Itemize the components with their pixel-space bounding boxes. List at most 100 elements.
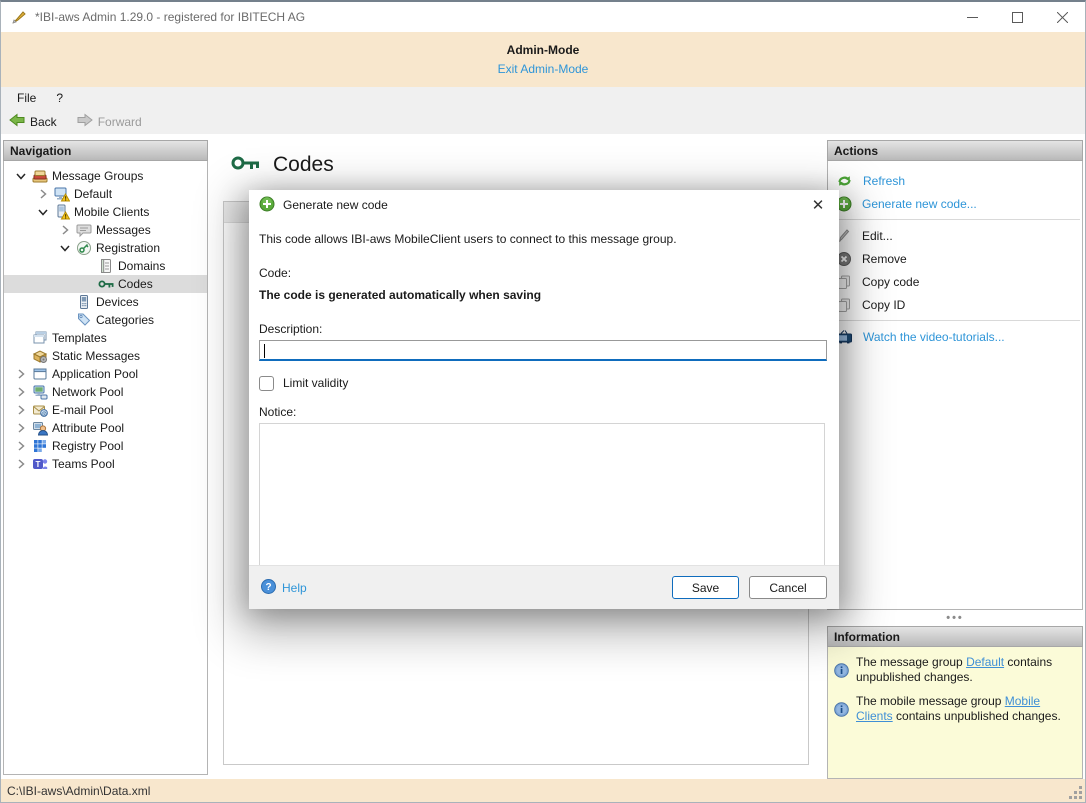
tree-item-label: Mobile Clients [74, 205, 150, 219]
tree-item-label: Network Pool [52, 385, 124, 399]
tree-item-message-groups[interactable]: Message Groups [4, 167, 207, 185]
tree-item-e-mail-pool[interactable]: @ E-mail Pool [4, 401, 207, 419]
chevron-right-icon[interactable] [32, 186, 54, 202]
menu-file[interactable]: File [1, 87, 46, 109]
nav-toolbar: Back Forward [1, 109, 1085, 134]
limit-validity-checkbox[interactable] [259, 375, 274, 391]
chevron-right-icon[interactable] [10, 366, 32, 382]
back-label: Back [30, 114, 57, 129]
chevron-down-icon[interactable] [10, 168, 32, 184]
tree-item-label: Attribute Pool [52, 421, 125, 435]
page-title: Codes [273, 152, 334, 176]
tree-item-label: Message Groups [52, 169, 144, 183]
device-icon [76, 294, 92, 310]
svg-text:T: T [36, 460, 41, 469]
maximize-icon[interactable] [995, 2, 1040, 32]
tree-item-default[interactable]: Default [4, 185, 207, 203]
tree-item-domains[interactable]: Domains [4, 257, 207, 275]
chevron-right-icon[interactable] [10, 438, 32, 454]
description-input[interactable] [259, 340, 827, 361]
svg-text:?: ? [265, 582, 271, 593]
chevron-right-icon[interactable] [54, 222, 76, 238]
tree-item-static-messages[interactable]: Static Messages [4, 347, 207, 365]
admin-mode-banner: Admin-Mode Exit Admin-Mode [1, 32, 1085, 87]
tree-item-network-pool[interactable]: Network Pool [4, 383, 207, 401]
tree-item-registration[interactable]: Registration [4, 239, 207, 257]
email-icon: @ [32, 402, 48, 418]
close-icon[interactable] [1040, 2, 1085, 32]
document-icon [98, 258, 114, 274]
app-window: *IBI-aws Admin 1.29.0 - registered for I… [0, 0, 1086, 803]
chevron-right-icon[interactable] [10, 420, 32, 436]
panel-splitter-handle[interactable]: ••• [827, 610, 1083, 626]
chevron-down-icon[interactable] [32, 204, 54, 220]
forward-arrow-icon [77, 113, 93, 130]
refresh-icon [836, 173, 853, 189]
cancel-button[interactable]: Cancel [749, 576, 827, 599]
title-bar: *IBI-aws Admin 1.29.0 - registered for I… [1, 2, 1085, 32]
network-icon [32, 384, 48, 400]
dialog-close-icon[interactable]: ✕ [807, 194, 829, 216]
action-copy-code[interactable]: Copy code [828, 270, 1082, 293]
chevron-down-icon[interactable] [54, 240, 76, 256]
tree-item-label: Default [74, 187, 113, 201]
information-prefix: The message group [856, 655, 967, 669]
action-label: Copy ID [862, 297, 906, 312]
action-remove[interactable]: Remove [828, 247, 1082, 270]
action-refresh[interactable]: Refresh [828, 169, 1082, 192]
svg-text:@: @ [41, 411, 47, 417]
dialog-footer: ? Help Save Cancel [249, 565, 839, 609]
teams-icon: T [32, 456, 48, 472]
action-edit[interactable]: Edit... [828, 224, 1082, 247]
key-icon [98, 276, 114, 292]
chevron-right-icon[interactable] [10, 384, 32, 400]
monitor-warning-icon [54, 186, 70, 202]
action-watch-the-video-tutorials[interactable]: Watch the video-tutorials... [828, 325, 1082, 348]
tree-item-mobile-clients[interactable]: Mobile Clients [4, 203, 207, 221]
save-button[interactable]: Save [672, 576, 739, 599]
actions-list: Refresh Generate new code... Edit... Remove… [827, 161, 1083, 610]
tag-icon [76, 312, 92, 328]
chevron-right-icon[interactable] [10, 456, 32, 472]
info-icon [834, 655, 849, 685]
tree-item-attribute-pool[interactable]: Attribute Pool [4, 419, 207, 437]
description-label: Description: [259, 322, 323, 336]
information-link[interactable]: Default [966, 655, 1004, 669]
forward-button[interactable]: Forward [77, 113, 142, 130]
help-link[interactable]: ? Help [261, 578, 307, 597]
code-label: Code: [259, 266, 292, 280]
action-copy-id[interactable]: Copy ID [828, 293, 1082, 316]
menu-help[interactable]: ? [46, 87, 73, 109]
tree-item-registry-pool[interactable]: Registry Pool [4, 437, 207, 455]
exit-admin-mode-link[interactable]: Exit Admin-Mode [1, 62, 1085, 76]
minimize-icon[interactable] [950, 2, 995, 32]
chevron-right-icon[interactable] [10, 402, 32, 418]
limit-validity-label: Limit validity [283, 376, 349, 390]
key-circle-icon [76, 240, 92, 256]
admin-mode-title: Admin-Mode [506, 43, 580, 57]
tree-item-teams-pool[interactable]: T Teams Pool [4, 455, 207, 473]
resize-grip[interactable] [1069, 786, 1083, 800]
tree-item-label: Domains [118, 259, 166, 273]
tree-item-application-pool[interactable]: Application Pool [4, 365, 207, 383]
back-button[interactable]: Back [9, 113, 57, 130]
information-suffix: contains unpublished changes. [892, 709, 1061, 723]
registry-icon [32, 438, 48, 454]
tree-item-devices[interactable]: Devices [4, 293, 207, 311]
speech-bubble-icon [76, 222, 92, 238]
tree-item-messages[interactable]: Messages [4, 221, 207, 239]
generate-new-code-dialog: Generate new code ✕ This code allows IBI… [249, 190, 839, 609]
tree-item-codes[interactable]: Codes [4, 275, 207, 293]
notice-textarea[interactable] [259, 423, 825, 577]
help-icon: ? [261, 578, 276, 597]
actions-header: Actions [827, 140, 1083, 161]
action-label: Generate new code... [862, 196, 977, 211]
action-generate-new-code[interactable]: Generate new code... [828, 192, 1082, 215]
tree-item-categories[interactable]: Categories [4, 311, 207, 329]
navigation-panel: Navigation Message Groups Default Mobile C… [3, 140, 208, 775]
tree-item-templates[interactable]: Templates [4, 329, 207, 347]
tree-item-label: E-mail Pool [52, 403, 114, 417]
